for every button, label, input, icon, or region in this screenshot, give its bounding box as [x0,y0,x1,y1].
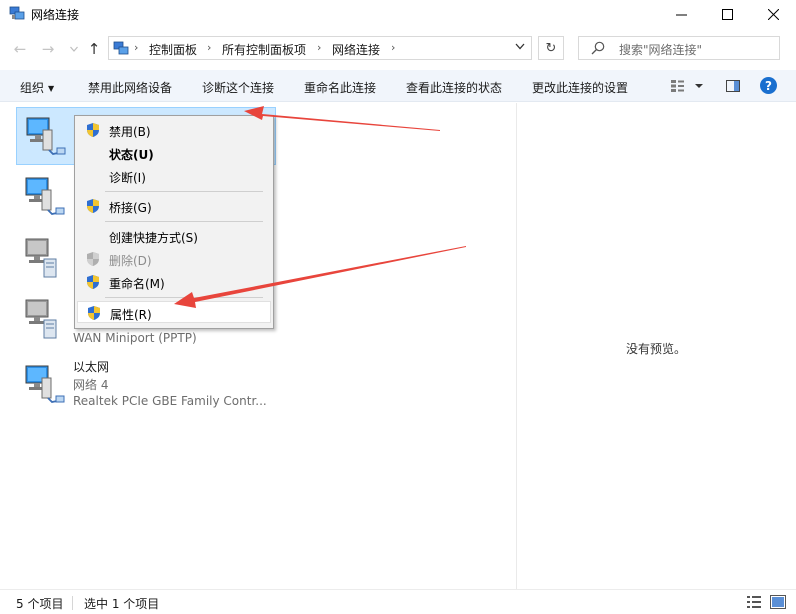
control-panel-icon [113,41,129,55]
chevron-down-icon [515,43,525,50]
organize-label: 组织 [20,81,45,95]
status-divider [72,596,73,610]
forward-button[interactable]: → [38,39,58,59]
menu-item-create-shortcut[interactable]: 创建快捷方式(S) [77,225,271,247]
menu-separator [105,221,263,222]
refresh-icon: ↻ [545,40,557,56]
forward-arrow-icon: → [41,40,55,58]
breadcrumb-all-items[interactable]: 所有控制面板项 [222,41,306,58]
view-status-button[interactable]: 查看此连接的状态 [406,79,502,96]
menu-item-label: 诊断(I) [109,171,146,185]
help-icon[interactable]: ? [760,77,777,94]
network-adapter-disabled-icon [25,299,57,339]
breadcrumb-separator: › [391,41,396,54]
uac-shield-icon [88,306,100,320]
network-adapter-disabled-icon [25,238,57,278]
disable-device-button[interactable]: 禁用此网络设备 [88,79,172,96]
back-button[interactable]: ← [10,39,30,59]
selected-count: 选中 1 个项目 [84,597,160,611]
uac-shield-icon [87,123,99,137]
close-icon [767,8,779,20]
breadcrumb-separator: › [317,41,322,54]
menu-item-label: 状态(U) [109,148,154,162]
breadcrumb-separator: › [134,41,139,54]
large-icons-view-button[interactable] [770,595,786,612]
uac-shield-icon [87,252,99,266]
menu-item-diagnose[interactable]: 诊断(I) [77,165,271,187]
minimize-icon [675,14,687,15]
window-title: 网络连接 [31,8,80,22]
breadcrumb-network-connections[interactable]: 网络连接 [332,41,380,58]
change-view-button[interactable] [670,78,706,97]
preview-pane: 没有预览。 [516,103,796,589]
search-input[interactable]: 搜索"网络连接" [578,36,780,60]
context-menu: 禁用(B) 状态(U) 诊断(I) 桥接(G) 创建快捷方式(S) 删除(D) … [74,115,274,329]
title-bar: 网络连接 [0,0,796,28]
address-history-button[interactable] [515,42,525,53]
search-icon [591,41,605,55]
chevron-down-icon [70,46,78,52]
uac-shield-icon [87,275,99,289]
maximize-button[interactable] [704,0,750,28]
menu-separator [105,297,263,298]
preview-pane-icon [726,80,740,92]
menu-item-disable[interactable]: 禁用(B) [77,119,271,141]
menu-item-label: 属性(R) [110,308,152,322]
address-row: ← → ↑ › 控制面板 › 所有控制面板项 › 网络连接 › ↻ 搜索"网络连… [0,30,796,66]
minimize-button[interactable] [658,0,704,28]
status-bar: 5 个项目 选中 1 个项目 [0,589,796,614]
organize-menu[interactable]: 组织 ▼ [20,79,54,96]
menu-item-label: 禁用(B) [109,125,151,139]
recent-locations-button[interactable] [64,39,84,59]
connection-item-ethernet[interactable]: 以太网 网络 4 Realtek PCIe GBE Family Contr..… [16,356,276,414]
address-bar[interactable]: › 控制面板 › 所有控制面板项 › 网络连接 › [108,36,532,60]
network-adapter-icon [26,117,66,155]
menu-item-label: 桥接(G) [109,201,152,215]
close-button[interactable] [750,0,796,28]
menu-item-status[interactable]: 状态(U) [77,142,271,164]
menu-item-label: 重命名(M) [109,277,165,291]
no-preview-text: 没有预览。 [626,342,687,356]
command-bar: 组织 ▼ 禁用此网络设备 诊断这个连接 重命名此连接 查看此连接的状态 更改此连接… [0,70,796,102]
connection-device: Realtek PCIe GBE Family Contr... [73,394,267,408]
connection-name: 以太网 [73,360,110,374]
details-view-icon [747,596,761,608]
tiles-view-icon [770,595,786,609]
details-view-button[interactable] [746,595,762,612]
search-placeholder: 搜索"网络连接" [619,43,703,57]
maximize-icon [721,8,733,20]
up-button[interactable]: ↑ [84,39,104,59]
uac-shield-icon [87,199,99,213]
connection-network: 网络 4 [73,378,109,392]
change-settings-button[interactable]: 更改此连接的设置 [532,79,628,96]
breadcrumb-separator: › [207,41,212,54]
connection-device: WAN Miniport (PPTP) [73,331,197,345]
back-arrow-icon: ← [13,40,27,58]
diagnose-button[interactable]: 诊断这个连接 [202,79,274,96]
rename-button[interactable]: 重命名此连接 [304,79,376,96]
refresh-button[interactable]: ↻ [538,36,564,60]
view-options-icon [671,80,703,92]
preview-pane-button[interactable] [725,78,741,97]
up-arrow-icon: ↑ [87,40,101,58]
menu-item-bridge[interactable]: 桥接(G) [77,195,271,217]
item-count: 5 个项目 [16,597,64,611]
network-adapter-icon [25,177,65,215]
menu-item-label: 创建快捷方式(S) [109,231,198,245]
network-connections-icon [9,6,25,20]
menu-item-rename[interactable]: 重命名(M) [77,271,271,293]
breadcrumb-control-panel[interactable]: 控制面板 [149,41,197,58]
caret-down-icon: ▼ [48,84,55,93]
network-adapter-icon [25,365,65,403]
menu-item-label: 删除(D) [109,254,152,268]
menu-separator [105,191,263,192]
menu-item-delete: 删除(D) [77,248,271,270]
menu-item-properties[interactable]: 属性(R) [77,301,271,323]
